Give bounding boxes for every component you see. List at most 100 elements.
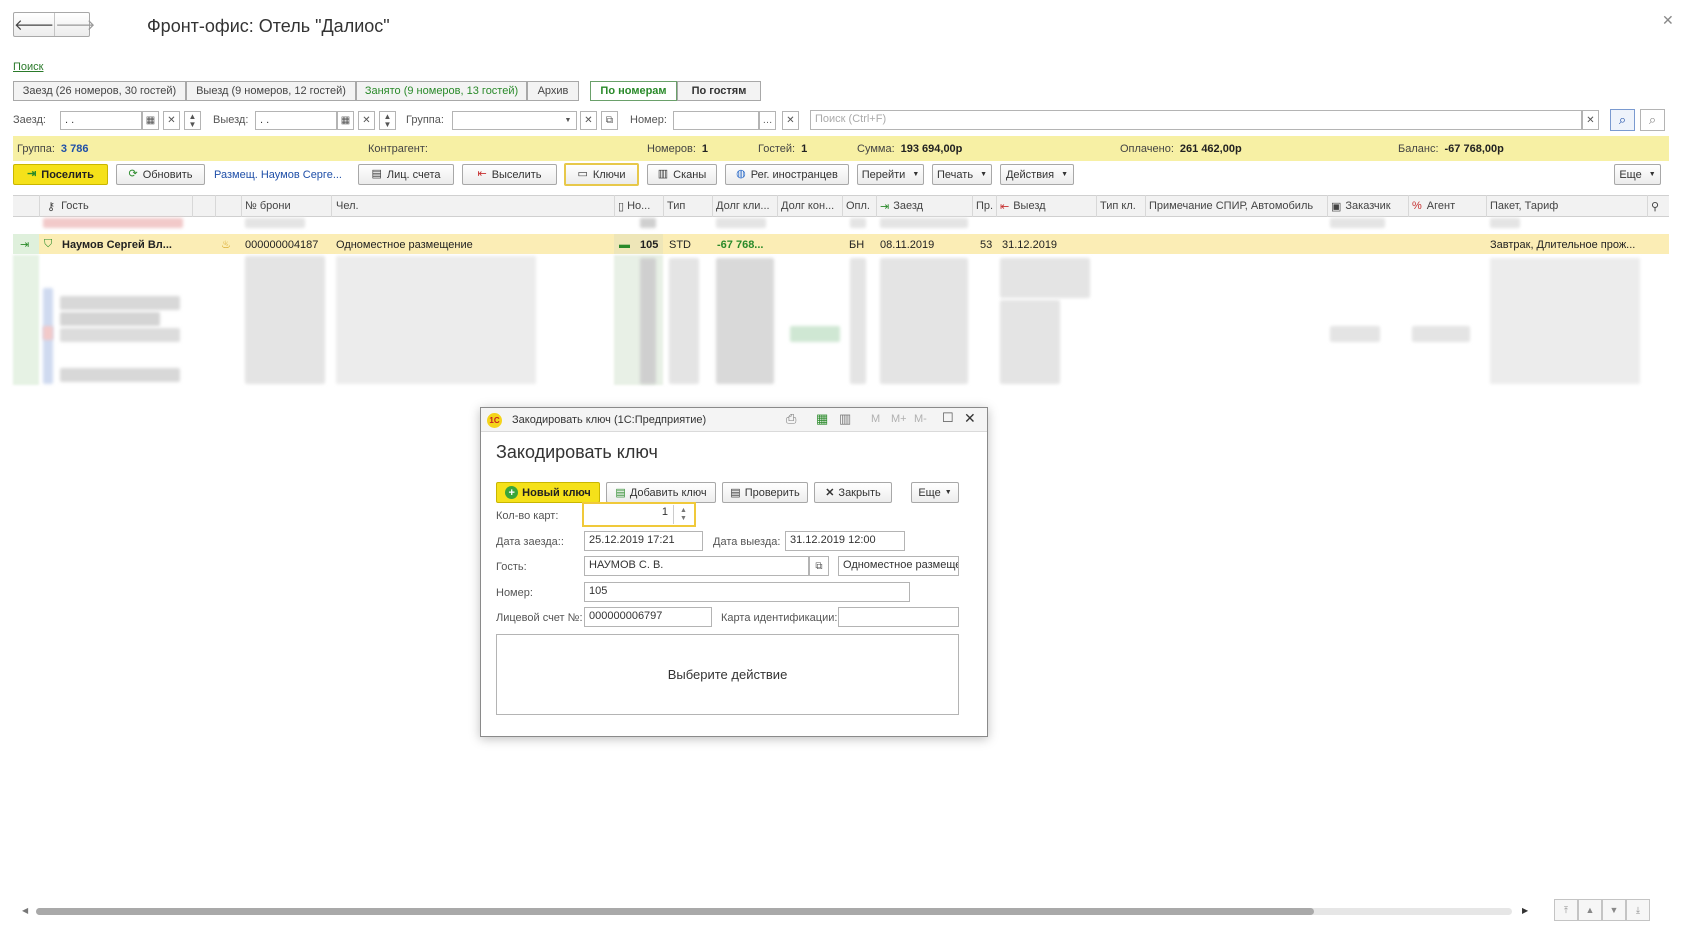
foreigners-button[interactable]: ◍ Рег. иностранцев (725, 164, 849, 185)
view-by-rooms[interactable]: По номерам (590, 81, 677, 101)
table-icon[interactable]: ▦ (816, 411, 828, 427)
scans-button[interactable]: ▥ Сканы (647, 164, 717, 185)
departure-date-field[interactable]: 31.12.2019 12:00 (785, 531, 905, 551)
message-text: Выберите действие (667, 667, 788, 682)
message-box: Выберите действие (496, 634, 959, 715)
column-client-debt[interactable]: Долг кли... (716, 195, 776, 217)
plus-circle-icon: + (505, 486, 519, 499)
search-icon[interactable]: ⌕ (1610, 109, 1635, 131)
idcard-field[interactable] (838, 607, 959, 627)
chevron-down-icon[interactable]: ▼ (560, 111, 577, 130)
clear-icon[interactable]: ✕ (358, 111, 375, 130)
calendar-icon[interactable]: ▦ (142, 111, 159, 130)
tab-occupied[interactable]: Занято (9 номеров, 13 гостей) (356, 81, 527, 101)
column-nights[interactable]: Пр. (976, 195, 996, 217)
column-people[interactable]: Чел. (336, 195, 612, 217)
room-field[interactable]: 105 (584, 582, 910, 602)
account-field[interactable]: 000000006797 (584, 607, 712, 627)
back-button[interactable]: 🡐 (14, 13, 56, 36)
column-contractor-debt[interactable]: Долг кон... (781, 195, 841, 217)
column-departure[interactable]: ⇤ Выезд (1000, 195, 1096, 217)
memory-m-button[interactable]: M (871, 413, 880, 425)
close-button[interactable]: ✕ Закрыть (814, 482, 892, 503)
scroll-last-button[interactable]: ⤓ (1626, 899, 1650, 921)
account-label: Лицевой счет №: (496, 612, 583, 624)
dialog-more-button[interactable]: Еще ▼ (911, 482, 959, 503)
group-filter-input[interactable] (452, 111, 574, 130)
print-button[interactable]: Печать ▼ (932, 164, 992, 185)
calendar-icon[interactable]: ▥ (839, 411, 851, 427)
arrival-filter-input[interactable]: . . (60, 111, 142, 130)
column-guest[interactable]: ⚷ Гость (47, 195, 192, 217)
view-by-guests[interactable]: По гостям (677, 81, 761, 101)
placement-field[interactable]: Одноместное размеще (838, 556, 959, 576)
column-settings-icon[interactable]: ⚲ (1651, 195, 1667, 217)
arrival-date-field[interactable]: 25.12.2019 17:21 (584, 531, 703, 551)
open-icon[interactable]: ⧉ (809, 556, 829, 576)
goto-button[interactable]: Перейти ▼ (857, 164, 924, 185)
row-nights: 53 (980, 238, 993, 251)
summary-rooms: Номеров: 1 (647, 142, 709, 155)
clear-icon[interactable]: ✕ (782, 111, 799, 130)
scroll-up-button[interactable]: ▲ (1578, 899, 1602, 921)
column-booking[interactable]: № брони (245, 195, 331, 217)
checked-in-icon: ⇥ (20, 239, 30, 251)
scroll-first-button[interactable]: ⤒ (1554, 899, 1578, 921)
forward-button[interactable]: 🡒 (55, 13, 95, 36)
column-room[interactable]: ▯ Но... (618, 195, 663, 217)
column-package[interactable]: Пакет, Тариф (1490, 195, 1645, 217)
tab-arrival[interactable]: Заезд (26 номеров, 30 гостей) (13, 81, 186, 101)
open-icon[interactable]: ⧉ (601, 111, 618, 130)
cards-count-input[interactable]: 1 (586, 506, 670, 523)
checkout-button[interactable]: ⇤ Выселить (462, 164, 557, 185)
tab-archive[interactable]: Архив (527, 81, 579, 101)
guest-label: Гость: (496, 561, 527, 573)
tab-departure[interactable]: Выезд (9 номеров, 12 гостей) (186, 81, 356, 101)
add-document-icon: ▤ (615, 487, 626, 499)
close-icon[interactable]: ✕ (1662, 12, 1674, 29)
column-customer[interactable]: ▣ Заказчик (1331, 195, 1408, 217)
nav-buttons: 🡐 🡒 (13, 12, 95, 37)
select-icon[interactable]: … (759, 111, 776, 130)
spinner-icon[interactable]: ▲ ▼ (184, 111, 201, 130)
clear-icon[interactable]: ✕ (580, 111, 597, 130)
memory-minus-button[interactable]: M- (914, 413, 927, 425)
checkin-button[interactable]: ⇥ Поселить (13, 164, 108, 185)
spinner-icon[interactable]: ▲ ▼ (379, 111, 396, 130)
column-agent[interactable]: % Агент (1412, 195, 1486, 217)
add-key-button[interactable]: ▤ Добавить ключ (606, 482, 716, 503)
column-arrival[interactable]: ⇥ Заезд (880, 195, 972, 217)
maximize-icon[interactable]: ☐ (942, 410, 954, 426)
column-payment[interactable]: Опл. (846, 195, 876, 217)
keys-button[interactable]: ▭ Ключи (564, 163, 639, 186)
print-icon[interactable]: ⎙ (786, 411, 796, 427)
departure-filter-input[interactable]: . . (255, 111, 337, 130)
search-input[interactable]: Поиск (Ctrl+F) (810, 110, 1582, 130)
close-icon[interactable]: ✕ (964, 410, 976, 427)
column-note[interactable]: Примечание СПИР, Автомобиль (1149, 195, 1327, 217)
accounts-button[interactable]: ▤ Лиц. счета (358, 164, 454, 185)
calendar-icon[interactable]: ▦ (337, 111, 354, 130)
row-package: Завтрак, Длительное прож... (1490, 238, 1636, 251)
scroll-right-icon[interactable]: ▶ (1522, 906, 1528, 915)
scroll-left-icon[interactable]: ◀ (22, 906, 28, 915)
new-key-button[interactable]: + Новый ключ (496, 482, 600, 503)
horizontal-scrollbar-thumb[interactable] (36, 908, 1314, 915)
more-button[interactable]: Еще ▼ (1614, 164, 1661, 185)
refresh-button[interactable]: ⟳ Обновить (116, 164, 205, 185)
memory-plus-button[interactable]: M+ (891, 413, 907, 425)
key-icon: ⚷ (47, 200, 56, 213)
clear-icon[interactable]: ✕ (1582, 110, 1599, 130)
column-type[interactable]: Тип (667, 195, 711, 217)
room-filter-input[interactable] (673, 111, 759, 130)
check-button[interactable]: ▤ Проверить (722, 482, 808, 503)
actions-button[interactable]: Действия ▼ (1000, 164, 1074, 185)
column-client-type[interactable]: Тип кл. (1100, 195, 1145, 217)
spinner-icon[interactable]: ▲ ▼ (673, 505, 693, 524)
placement-link[interactable]: Размещ. Наумов Серге... (214, 169, 342, 181)
search-link[interactable]: Поиск (13, 61, 43, 73)
advanced-search-icon[interactable]: ⌕ (1640, 109, 1665, 131)
scroll-down-button[interactable]: ▼ (1602, 899, 1626, 921)
clear-icon[interactable]: ✕ (163, 111, 180, 130)
guest-field[interactable]: НАУМОВ С. В. (584, 556, 809, 576)
